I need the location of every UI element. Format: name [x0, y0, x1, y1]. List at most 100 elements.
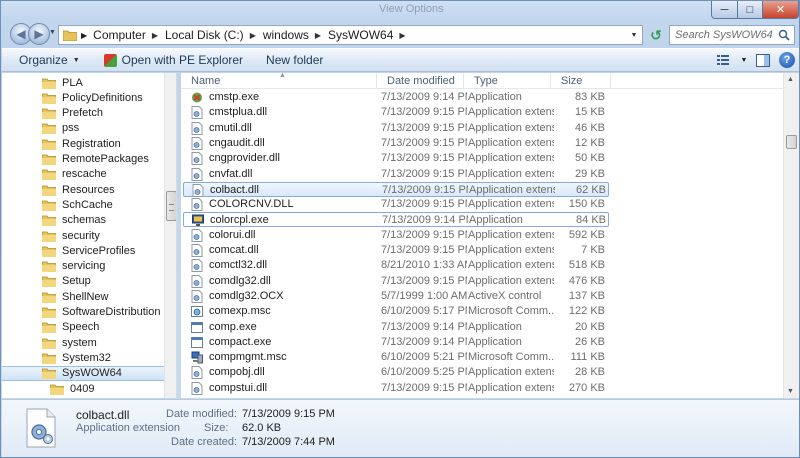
- column-header-type[interactable]: Type: [464, 73, 551, 89]
- column-header-name[interactable]: Name: [181, 73, 377, 89]
- file-size: 26 KB: [575, 335, 605, 348]
- file-name: colbact.dll: [210, 183, 259, 196]
- minimize-button[interactable]: ─: [711, 1, 738, 19]
- file-row[interactable]: comexp.msc 6/10/2009 5:17 PM Microsoft Com…: [183, 304, 609, 319]
- file-date-modified: 7/13/2009 9:15 PM: [381, 228, 467, 241]
- file-row[interactable]: compobj.dll 6/10/2009 5:25 PM Application …: [183, 365, 609, 380]
- nav-item-label: Resources: [62, 183, 115, 196]
- nav-item-label: servicing: [62, 260, 106, 273]
- breadcrumb-computer[interactable]: Computer ▶: [93, 28, 165, 42]
- help-button[interactable]: ?: [775, 49, 799, 71]
- column-header-date-modified[interactable]: Date modified: [377, 73, 464, 89]
- file-name: comctl32.dll: [209, 259, 268, 272]
- file-type: Application extens...: [468, 366, 554, 379]
- breadcrumb-syswow64[interactable]: SysWOW64 ▶: [328, 28, 413, 42]
- file-row[interactable]: comcat.dll 7/13/2009 9:15 PM Application e…: [183, 243, 609, 258]
- file-row[interactable]: cmstplua.dll 7/13/2009 9:15 PM Application…: [183, 105, 609, 120]
- nav-item-schemas[interactable]: schemas: [2, 213, 164, 228]
- nav-item-security[interactable]: security: [2, 228, 164, 243]
- file-row[interactable]: cngaudit.dll 7/13/2009 9:15 PM Application…: [183, 136, 609, 151]
- file-row[interactable]: COLORCNV.DLL 7/13/2009 9:15 PM Application…: [183, 197, 609, 212]
- nav-item-resources[interactable]: Resources: [2, 182, 164, 197]
- address-bar[interactable]: ▶ Computer ▶ Local Disk (C:) ▶ windows ▶ Sy…: [58, 25, 643, 45]
- file-row[interactable]: comdlg32.OCX 5/7/1999 1:00 AM ActiveX cont…: [183, 289, 609, 304]
- nav-item-0409[interactable]: 0409: [2, 381, 164, 396]
- scroll-up-icon[interactable]: ▲: [787, 76, 794, 83]
- file-row[interactable]: comctl32.dll 8/21/2010 1:33 AM Application…: [183, 258, 609, 273]
- recent-pages-dropdown-icon[interactable]: ▼: [49, 29, 56, 36]
- file-list-scrollbar[interactable]: ▲ ▼: [783, 73, 799, 398]
- nav-item-rescache[interactable]: rescache: [2, 167, 164, 182]
- file-row[interactable]: cmutil.dll 7/13/2009 9:15 PM Application e…: [183, 121, 609, 136]
- search-input[interactable]: [675, 29, 775, 41]
- nav-item-policydefinitions[interactable]: PolicyDefinitions: [2, 90, 164, 105]
- file-row[interactable]: cmstp.exe 7/13/2009 9:14 PM Application 83 …: [183, 90, 609, 105]
- file-type: Application extens...: [468, 259, 554, 272]
- column-header-size[interactable]: Size: [551, 73, 611, 89]
- chevron-right-icon[interactable]: ▶: [81, 31, 87, 40]
- preview-pane-button[interactable]: [751, 49, 775, 71]
- file-name: comexp.msc: [209, 305, 271, 318]
- file-size: 518 KB: [568, 259, 605, 272]
- nav-item-registration[interactable]: Registration: [2, 136, 164, 151]
- address-dropdown-icon[interactable]: ▼: [626, 26, 642, 44]
- organize-button[interactable]: Organize ▼: [2, 49, 88, 71]
- file-row[interactable]: colorui.dll 7/13/2009 9:15 PM Application …: [183, 228, 609, 243]
- file-size: 111 KB: [570, 351, 605, 364]
- nav-item-label: pss: [62, 122, 80, 135]
- file-row[interactable]: colbact.dll 7/13/2009 9:15 PM Application …: [183, 181, 609, 197]
- details-file-type: Application extension: [76, 422, 180, 434]
- file-size: 20 KB: [575, 320, 605, 333]
- refresh-button[interactable]: ↺: [645, 25, 667, 45]
- new-folder-button[interactable]: New folder: [251, 49, 331, 71]
- close-button[interactable]: ✕: [762, 1, 799, 19]
- nav-item-pss[interactable]: pss: [2, 121, 164, 136]
- nav-item-system32[interactable]: System32: [2, 350, 164, 365]
- search-box[interactable]: [669, 25, 795, 45]
- change-view-button[interactable]: [713, 49, 737, 71]
- nav-item-setup[interactable]: Setup: [2, 274, 164, 289]
- file-row[interactable]: cnvfat.dll 7/13/2009 9:15 PM Application e…: [183, 167, 609, 182]
- nav-item-syswow64[interactable]: SysWOW64: [2, 365, 164, 381]
- nav-item-servicing[interactable]: servicing: [2, 259, 164, 274]
- file-name: comcat.dll: [209, 244, 259, 256]
- forward-button[interactable]: ▶: [28, 23, 50, 45]
- nav-item-remotepackages[interactable]: RemotePackages: [2, 152, 164, 167]
- file-row[interactable]: compstui.dll 7/13/2009 9:15 PM Application…: [183, 381, 609, 396]
- dll-icon: [191, 289, 203, 303]
- breadcrumb-local-disk[interactable]: Local Disk (C:) ▶: [165, 28, 263, 42]
- nav-item-serviceprofiles[interactable]: ServiceProfiles: [2, 243, 164, 258]
- nav-item-prefetch[interactable]: Prefetch: [2, 106, 164, 121]
- file-row[interactable]: compact.exe 7/13/2009 9:14 PM Application 2…: [183, 335, 609, 350]
- file-row[interactable]: colorcpl.exe 7/13/2009 9:14 PM Application…: [183, 212, 609, 228]
- nav-item-label: SysWOW64: [62, 367, 122, 380]
- navigation-pane[interactable]: PLA PolicyDefinitions Prefetch pss Registrat…: [2, 73, 177, 398]
- file-list[interactable]: ▲ Name Date modified Type Size cmstp.exe…: [181, 73, 783, 398]
- nav-item-1033[interactable]: 1033: [2, 396, 164, 399]
- nav-scrollbar[interactable]: [164, 73, 176, 398]
- file-row[interactable]: compmgmt.msc 6/10/2009 5:21 PM Microsoft C…: [183, 350, 609, 365]
- nav-item-system[interactable]: system: [2, 335, 164, 350]
- nav-item-label: SoftwareDistribution: [62, 306, 161, 318]
- nav-item-schcache[interactable]: SchCache: [2, 197, 164, 212]
- maximize-button[interactable]: □: [737, 1, 763, 19]
- nav-item-label: PolicyDefinitions: [62, 91, 143, 104]
- file-row[interactable]: comp.exe 7/13/2009 9:14 PM Application 20 K…: [183, 320, 609, 335]
- file-size: 476 KB: [568, 274, 605, 287]
- nav-item-softwaredistribution[interactable]: SoftwareDistribution: [2, 305, 164, 320]
- file-row[interactable]: cngprovider.dll 7/13/2009 9:15 PM Applicat…: [183, 151, 609, 166]
- file-list-scroll-thumb[interactable]: [786, 135, 797, 149]
- breadcrumb-windows[interactable]: windows ▶: [263, 28, 328, 42]
- nav-item-speech[interactable]: Speech: [2, 320, 164, 335]
- explorer-window: View Options ─ □ ✕ ◀ ▶ ▼ ▶ Computer ▶ Loc…: [0, 0, 800, 458]
- nav-item-pla[interactable]: PLA: [2, 75, 164, 90]
- scroll-down-icon[interactable]: ▼: [787, 388, 794, 395]
- file-date-modified: 7/13/2009 9:15 PM: [382, 183, 468, 196]
- open-with-pe-explorer-button[interactable]: Open with PE Explorer: [88, 49, 251, 71]
- search-icon[interactable]: [778, 29, 790, 41]
- view-dropdown-icon[interactable]: ▼: [737, 49, 751, 71]
- nav-item-shellnew[interactable]: ShellNew: [2, 289, 164, 304]
- file-date-modified: 7/13/2009 9:15 PM: [381, 121, 467, 134]
- nav-scroll-thumb[interactable]: [166, 191, 176, 221]
- file-row[interactable]: comdlg32.dll 7/13/2009 9:15 PM Application…: [183, 274, 609, 289]
